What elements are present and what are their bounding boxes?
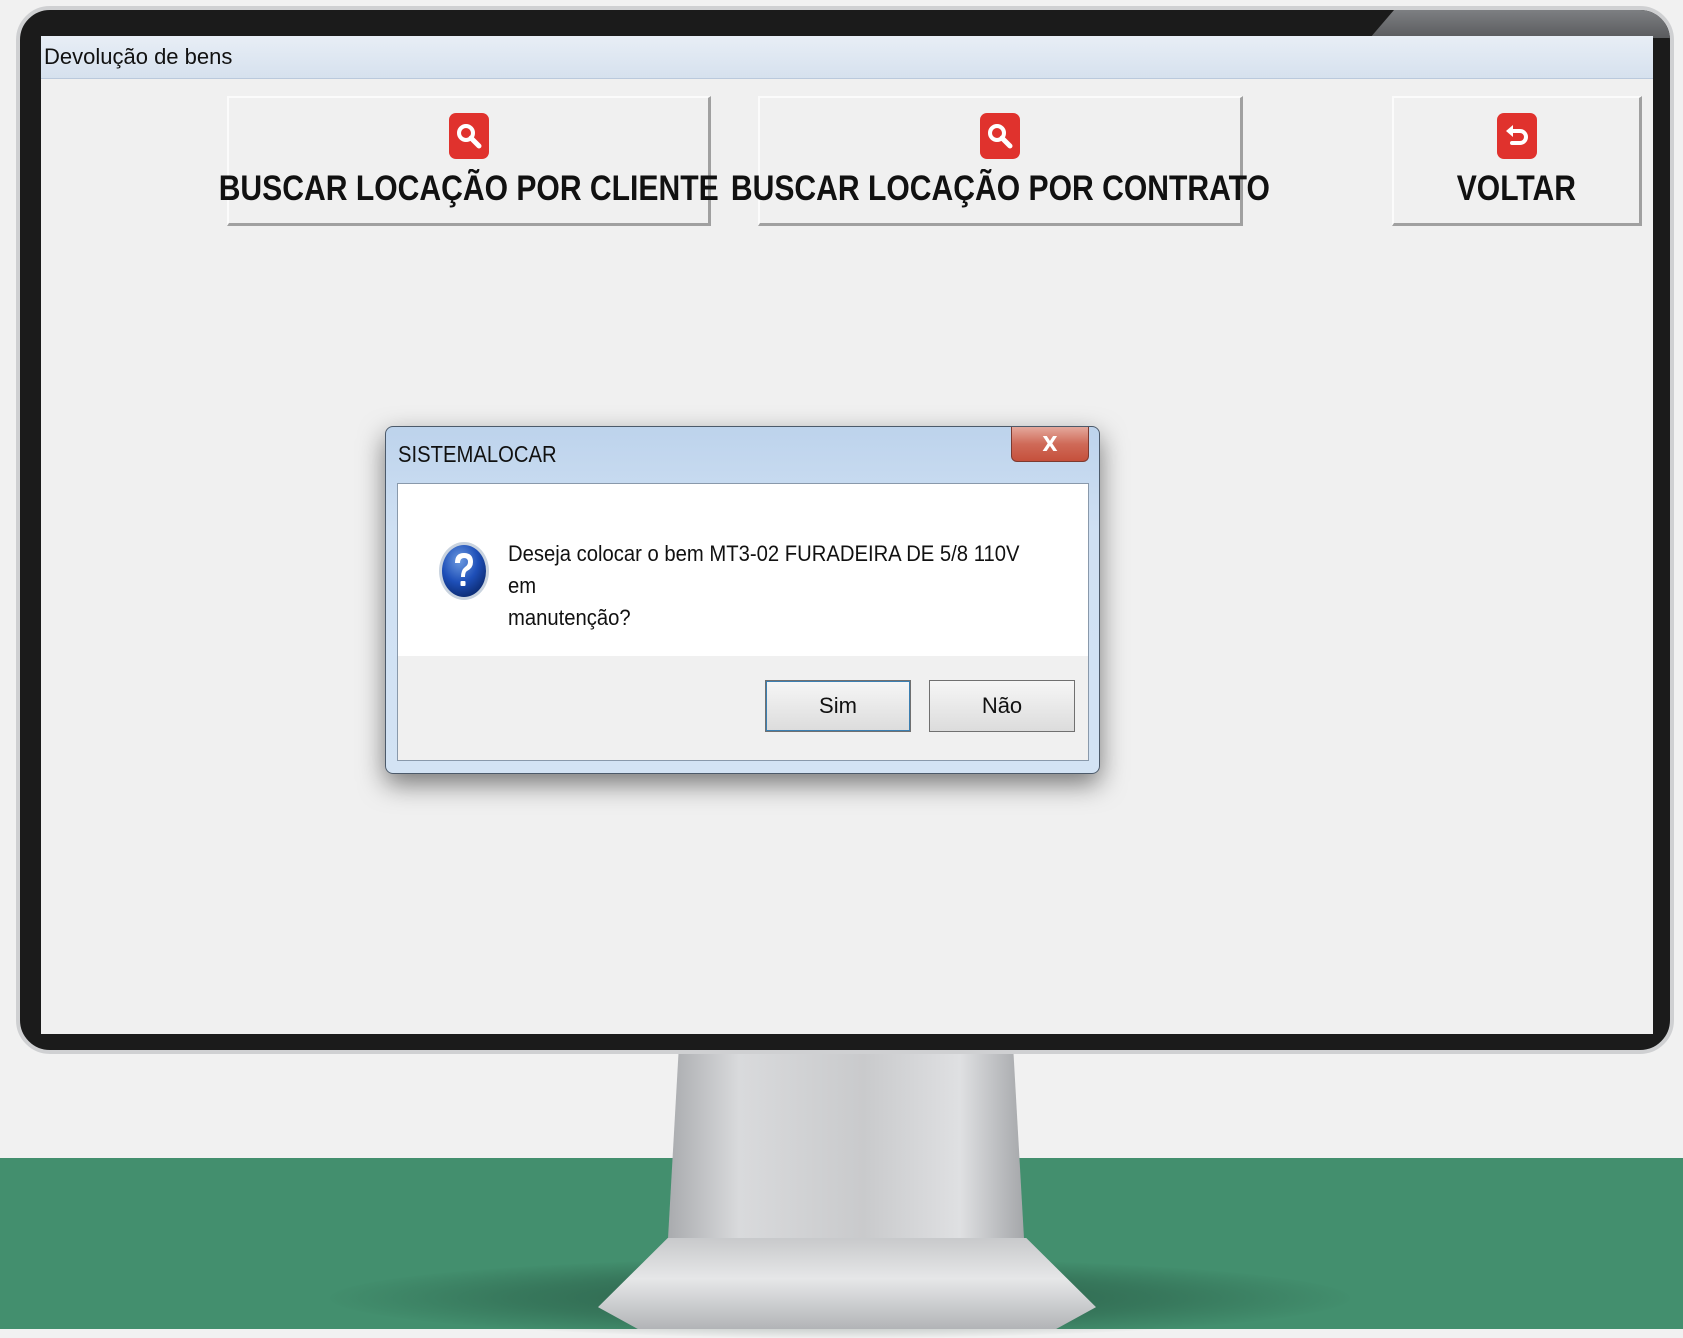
back-button[interactable]: VOLTAR <box>1392 96 1642 226</box>
dialog-message: Deseja colocar o bem MT3-02 FURADEIRA DE… <box>508 538 1023 634</box>
back-label: VOLTAR <box>1456 168 1577 208</box>
dialog-message-area: Deseja colocar o bem MT3-02 FURADEIRA DE… <box>398 484 1088 656</box>
dialog-message-line-1: Deseja colocar o bem MT3-02 FURADEIRA DE… <box>508 541 1020 598</box>
dialog-body: Deseja colocar o bem MT3-02 FURADEIRA DE… <box>397 483 1089 761</box>
dialog-title: SISTEMALOCAR <box>398 441 557 467</box>
search-by-contract-button[interactable]: BUSCAR LOCAÇÃO POR CONTRATO <box>730 96 1270 226</box>
no-button[interactable]: Não <box>929 680 1075 732</box>
bezel-glare <box>1370 10 1670 38</box>
search-by-client-button[interactable]: BUSCAR LOCAÇÃO POR CLIENTE <box>218 96 719 226</box>
search-icon <box>448 112 489 159</box>
search-icon <box>980 112 1020 159</box>
back-arrow-icon <box>1496 112 1537 159</box>
question-icon <box>439 542 489 600</box>
monitor-stand-base <box>598 1238 1096 1329</box>
dialog-message-line-2: manutenção? <box>508 605 631 630</box>
window-title: Devolução de bens <box>41 36 1653 79</box>
close-icon: X <box>1042 432 1058 456</box>
search-by-contract-label: BUSCAR LOCAÇÃO POR CONTRATO <box>730 168 1270 208</box>
confirm-dialog: SISTEMALOCAR X Deseja colocar o bem MT3-… <box>385 426 1100 774</box>
search-by-client-label: BUSCAR LOCAÇÃO POR CLIENTE <box>218 168 719 208</box>
dialog-close-button[interactable]: X <box>1011 427 1089 462</box>
yes-button[interactable]: Sim <box>765 680 911 732</box>
